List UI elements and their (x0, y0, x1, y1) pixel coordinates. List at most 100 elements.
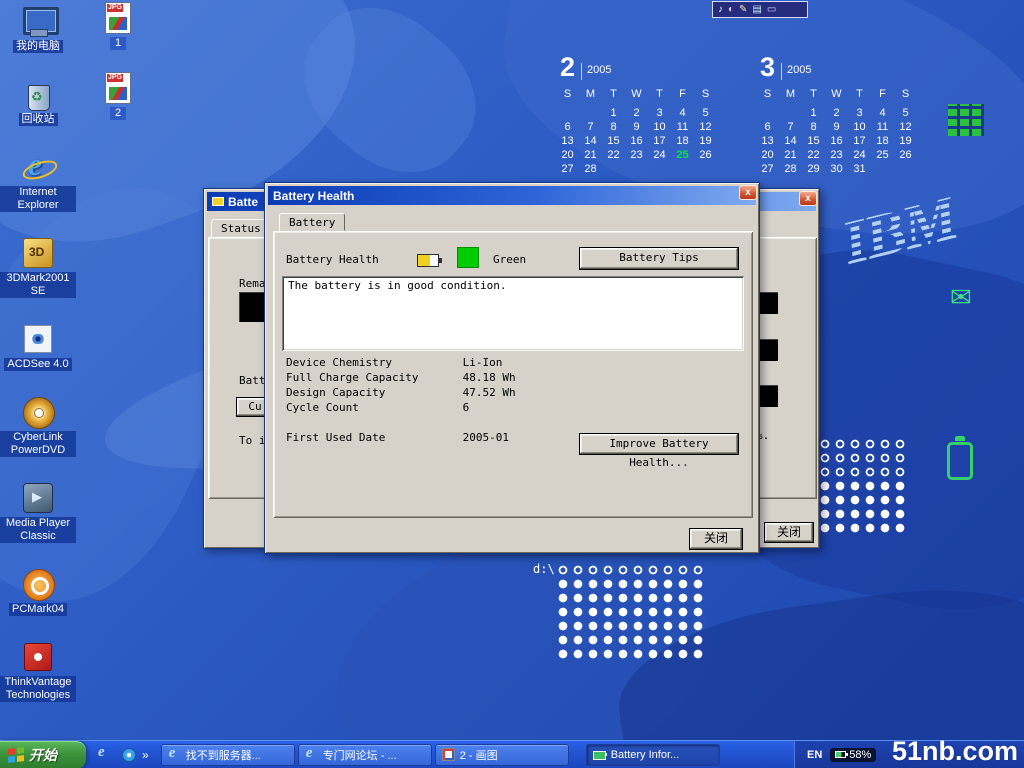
field-row: Full Charge Capacity 48.18 Wh (286, 370, 516, 385)
toolbar-icon[interactable] (728, 5, 734, 15)
calendar-day: 28 (779, 162, 802, 176)
calendar-day: 6 (556, 120, 579, 134)
field-value: Li-Ion (463, 356, 503, 369)
calendar-day: 5 (894, 106, 917, 120)
file-icon-label: 2 (110, 107, 126, 120)
quick-launch-icon[interactable] (120, 746, 138, 764)
calendar-day: 28 (579, 162, 602, 176)
field-label: Cycle Count (286, 400, 456, 415)
file-icon-label: 1 (110, 37, 126, 50)
calendar-day: 3 (848, 106, 871, 120)
envelope-icon: ✉ (950, 284, 972, 310)
field-value: 48.18 Wh (463, 371, 516, 384)
desktop-icon-label: ThinkVantage Technologies (0, 676, 76, 702)
calendar-day-header: F (871, 87, 894, 101)
desktop-icon-label: PCMark04 (9, 603, 67, 616)
dialog-titlebar[interactable]: Battery Health (268, 186, 756, 205)
calendar-day: 10 (648, 120, 671, 134)
dot-pattern (556, 577, 707, 663)
toolbar-icon[interactable] (739, 5, 747, 15)
taskbar-window-button[interactable]: 专门网论坛 - ... (298, 744, 432, 766)
language-indicator[interactable]: EN (807, 749, 822, 761)
desktop-icon[interactable]: Internet Explorer (0, 150, 76, 212)
calendar-day: 1 (802, 106, 825, 120)
taskbar-button-label: 2 - 画图 (460, 747, 498, 763)
close-dialog-button[interactable]: 关闭 (689, 528, 743, 550)
desktop-file-icons: JPG 1 JPG 2 (96, 2, 140, 120)
calendar-day: 8 (602, 120, 625, 134)
calendar-day: 12 (694, 120, 717, 134)
start-button[interactable]: 开始 (0, 741, 86, 768)
calendar-day-header: M (579, 87, 602, 101)
calendar-day: 20 (556, 148, 579, 162)
calendar-day-header: T (848, 87, 871, 101)
desktop-icon[interactable]: ThinkVantage Technologies (0, 640, 76, 702)
taskbar-window-button[interactable]: 2 - 画图 (435, 744, 569, 766)
quick-launch-overflow-chevron[interactable]: » (142, 748, 149, 762)
tab-status[interactable]: Status (211, 219, 271, 237)
field-label: First Used Date (286, 430, 456, 445)
improve-battery-health-button[interactable]: Improve Battery Health... (579, 433, 739, 455)
tab-battery[interactable]: Battery (279, 213, 345, 231)
taskbar-window-button[interactable]: Battery Infor... (586, 744, 720, 766)
field-label: Full Charge Capacity (286, 370, 456, 385)
calendar-day (756, 106, 779, 120)
taskbar-window-button[interactable]: 找不到服务器... (161, 744, 295, 766)
condition-textbox[interactable]: The battery is in good condition. (282, 276, 744, 351)
desktop-icon[interactable]: 回收站 (0, 77, 76, 126)
desktop-icon[interactable]: 我的电脑 (0, 4, 76, 53)
calendar-day: 7 (779, 120, 802, 134)
calendar-day: 26 (694, 148, 717, 162)
desktop-icon[interactable]: 3DMark2001 SE (0, 236, 76, 298)
calendar-day: 10 (848, 120, 871, 134)
desktop-icon-image (21, 236, 55, 270)
calendar-day: 2 (825, 106, 848, 120)
desktop-icon-label: 回收站 (19, 113, 58, 126)
desktop-file-icon[interactable]: JPG 2 (105, 72, 131, 120)
calendar-day: 14 (779, 134, 802, 148)
taskbar-buttons: 找不到服务器... 专门网论坛 - ... 2 - 画图 Battery Inf… (161, 744, 720, 766)
calendar-grid: 1234567891011121314151617181920212223242… (756, 106, 920, 176)
file-type-badge: JPG (107, 4, 123, 12)
toolbar-icon[interactable] (752, 5, 761, 15)
battery-icon (835, 751, 846, 758)
desktop-icon[interactable]: CyberLink PowerDVD (0, 395, 76, 457)
calendar-day-header: T (802, 87, 825, 101)
start-label: 开始 (29, 745, 57, 765)
system-tray: EN 58% (794, 741, 1024, 768)
calendar-day-header: W (825, 87, 848, 101)
quick-launch-icon[interactable] (96, 746, 114, 764)
calendar-day: 30 (825, 162, 848, 176)
battery-tips-button[interactable]: Battery Tips (579, 247, 739, 270)
calendar-day-headers: SMTWTFS (756, 87, 920, 101)
desktop-icon[interactable]: Media Player Classic (0, 481, 76, 543)
close-button[interactable]: x (739, 185, 757, 200)
calendar-day: 14 (579, 134, 602, 148)
desktop-icon-label: CyberLink PowerDVD (0, 431, 76, 457)
calendar-day: 19 (894, 134, 917, 148)
toolbar-icon[interactable] (767, 5, 776, 15)
calendar-day-header: M (779, 87, 802, 101)
battery-meter[interactable]: 58% (830, 748, 876, 762)
battery-fields: Device Chemistry Li-Ion Full Charge Capa… (286, 355, 516, 445)
field-label: Design Capacity (286, 385, 456, 400)
field-row: Device Chemistry Li-Ion (286, 355, 516, 370)
dot-pattern (556, 563, 707, 577)
desktop-icon-image (21, 395, 55, 429)
toolbar-icon[interactable] (718, 5, 723, 15)
top-toolbar (712, 1, 808, 18)
desktop-icon[interactable]: ACDSee 4.0 (0, 322, 76, 371)
calendar-march: 3 2005 SMTWTFS 1234567891011121314151617… (756, 54, 920, 176)
close-button[interactable]: x (799, 191, 817, 206)
desktop-icon[interactable]: PCMark04 (0, 567, 76, 616)
ibm-logo: IBM (836, 187, 962, 275)
close-window-button[interactable]: 关闭 (764, 522, 814, 543)
calendar-day (556, 106, 579, 120)
calendar-day: 23 (825, 148, 848, 162)
calendar-day: 22 (602, 148, 625, 162)
desktop-file-icon[interactable]: JPG 1 (105, 2, 131, 50)
calendar-day: 18 (671, 134, 694, 148)
jpg-file-icon: JPG (105, 2, 131, 34)
field-row: First Used Date 2005-01 (286, 430, 516, 445)
calendar-day: 3 (648, 106, 671, 120)
